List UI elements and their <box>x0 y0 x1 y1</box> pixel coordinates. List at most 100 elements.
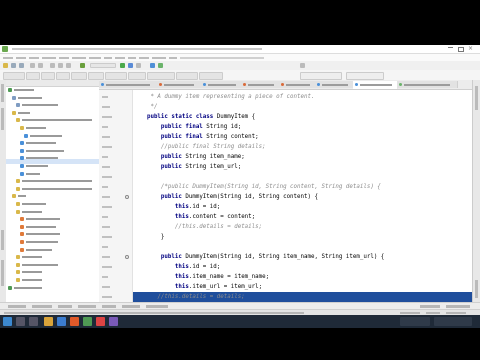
override-method-icon[interactable] <box>125 195 129 199</box>
menu-item[interactable] <box>104 57 112 59</box>
bottom-tool-tab[interactable] <box>8 305 26 308</box>
code-line[interactable]: //this.details = details; <box>133 222 472 232</box>
code-line[interactable]: public DummyItem(String id, String item_… <box>133 252 472 262</box>
code-line[interactable]: * A dummy item representing a piece of c… <box>133 92 472 102</box>
code-line[interactable]: } <box>133 232 472 242</box>
code-line[interactable]: //this.details = details; <box>133 292 472 302</box>
avd-manager-icon[interactable] <box>158 63 163 68</box>
run-config-dropdown[interactable] <box>90 63 116 68</box>
file-tab[interactable] <box>279 81 316 88</box>
undo-icon[interactable] <box>30 63 35 68</box>
run-configuration[interactable] <box>346 72 384 80</box>
menu-item[interactable] <box>89 57 101 59</box>
debug-icon[interactable] <box>128 63 133 68</box>
code-line[interactable]: this.content = content; <box>133 212 472 222</box>
project-tool-tab[interactable] <box>1 84 4 102</box>
close-icon[interactable]: × <box>468 46 473 52</box>
minimize-icon[interactable] <box>448 47 453 52</box>
code-line[interactable]: public final String id; <box>133 122 472 132</box>
menu-item[interactable] <box>115 57 125 59</box>
breadcrumb-item[interactable] <box>199 72 223 80</box>
menu-item[interactable] <box>59 57 69 59</box>
search-icon[interactable] <box>300 63 305 68</box>
menu-item[interactable] <box>72 57 86 59</box>
breadcrumb-item[interactable] <box>105 72 127 80</box>
breadcrumb-item[interactable] <box>41 72 55 80</box>
device-file-explorer-tab[interactable] <box>475 280 478 298</box>
event-log-tab[interactable] <box>420 305 440 308</box>
start-icon[interactable] <box>3 317 12 326</box>
bottom-tool-tab[interactable] <box>78 305 96 308</box>
run-icon[interactable] <box>120 63 125 68</box>
menu-item[interactable] <box>3 57 13 59</box>
code-line[interactable]: this.item_name = item_name; <box>133 272 472 282</box>
breadcrumb-item[interactable] <box>128 72 146 80</box>
code-line[interactable]: this.id = id; <box>133 202 472 212</box>
file-tab[interactable] <box>397 81 458 88</box>
menu-item[interactable] <box>169 57 177 59</box>
menu-item[interactable] <box>128 57 136 59</box>
sdk-manager-icon[interactable] <box>150 63 155 68</box>
chrome-icon[interactable] <box>96 317 105 326</box>
breadcrumb-item[interactable] <box>56 72 70 80</box>
system-tray[interactable] <box>400 317 430 326</box>
file-tab[interactable] <box>157 81 202 88</box>
device-selector[interactable] <box>300 72 342 80</box>
sync-icon[interactable] <box>19 63 24 68</box>
menu-item[interactable] <box>152 57 166 59</box>
cut-icon[interactable] <box>50 63 55 68</box>
menu-item[interactable] <box>42 57 56 59</box>
breadcrumb-item[interactable] <box>71 72 87 80</box>
task-view-icon[interactable] <box>29 317 38 326</box>
breadcrumb-item[interactable] <box>3 72 25 80</box>
layout-inspector-tab[interactable] <box>446 305 470 308</box>
code-line[interactable]: public String item_url; <box>133 162 472 172</box>
override-method-icon[interactable] <box>125 255 129 259</box>
bottom-tool-tab[interactable] <box>146 305 168 308</box>
code-line[interactable] <box>133 172 472 182</box>
code-line[interactable]: public DummyItem(String id, String conte… <box>133 192 472 202</box>
code-line[interactable]: */ <box>133 102 472 112</box>
code-line[interactable]: /*public DummyItem(String id, String con… <box>133 182 472 192</box>
favorites-tool-tab[interactable] <box>1 230 4 250</box>
code-area[interactable]: * A dummy item representing a piece of c… <box>133 90 472 302</box>
bottom-tool-tab[interactable] <box>102 305 116 308</box>
menu-item[interactable] <box>16 57 26 59</box>
redo-icon[interactable] <box>38 63 43 68</box>
code-line[interactable]: public final String content; <box>133 132 472 142</box>
bottom-tool-tab[interactable] <box>122 305 140 308</box>
breadcrumb-item[interactable] <box>26 72 40 80</box>
code-line[interactable] <box>133 242 472 252</box>
bottom-tool-tab[interactable] <box>32 305 52 308</box>
attach-debugger-icon[interactable] <box>136 63 141 68</box>
file-tab[interactable] <box>201 81 242 88</box>
android-studio-taskbar-icon[interactable] <box>83 317 92 326</box>
paste-icon[interactable] <box>66 63 71 68</box>
gradle-tool-tab[interactable] <box>475 86 478 110</box>
resource-manager-tab[interactable] <box>1 108 4 130</box>
build-variants-tab[interactable] <box>1 260 4 286</box>
save-icon[interactable] <box>11 63 16 68</box>
code-line[interactable]: public String item_name; <box>133 152 472 162</box>
code-line[interactable]: this.item_url = item_url; <box>133 282 472 292</box>
copy-icon[interactable] <box>58 63 63 68</box>
code-line[interactable]: //public final String details; <box>133 142 472 152</box>
office-icon[interactable] <box>70 317 79 326</box>
app-icon[interactable] <box>109 317 118 326</box>
file-tab[interactable] <box>241 81 280 88</box>
menu-item[interactable] <box>29 57 39 59</box>
search-icon[interactable] <box>16 317 25 326</box>
breadcrumb-item[interactable] <box>88 72 104 80</box>
make-project-icon[interactable] <box>80 63 85 68</box>
bottom-tool-tab[interactable] <box>58 305 72 308</box>
active-file-tab[interactable] <box>353 81 398 89</box>
edge-icon[interactable] <box>57 317 66 326</box>
file-explorer-icon[interactable] <box>44 317 53 326</box>
code-line[interactable]: public static class DummyItem { <box>133 112 472 122</box>
breadcrumb-item[interactable] <box>176 72 198 80</box>
open-folder-icon[interactable] <box>3 63 8 68</box>
file-tab[interactable] <box>315 81 354 88</box>
menu-item[interactable] <box>139 57 149 59</box>
code-line[interactable]: this.id = id; <box>133 262 472 272</box>
file-tab[interactable] <box>99 81 158 88</box>
